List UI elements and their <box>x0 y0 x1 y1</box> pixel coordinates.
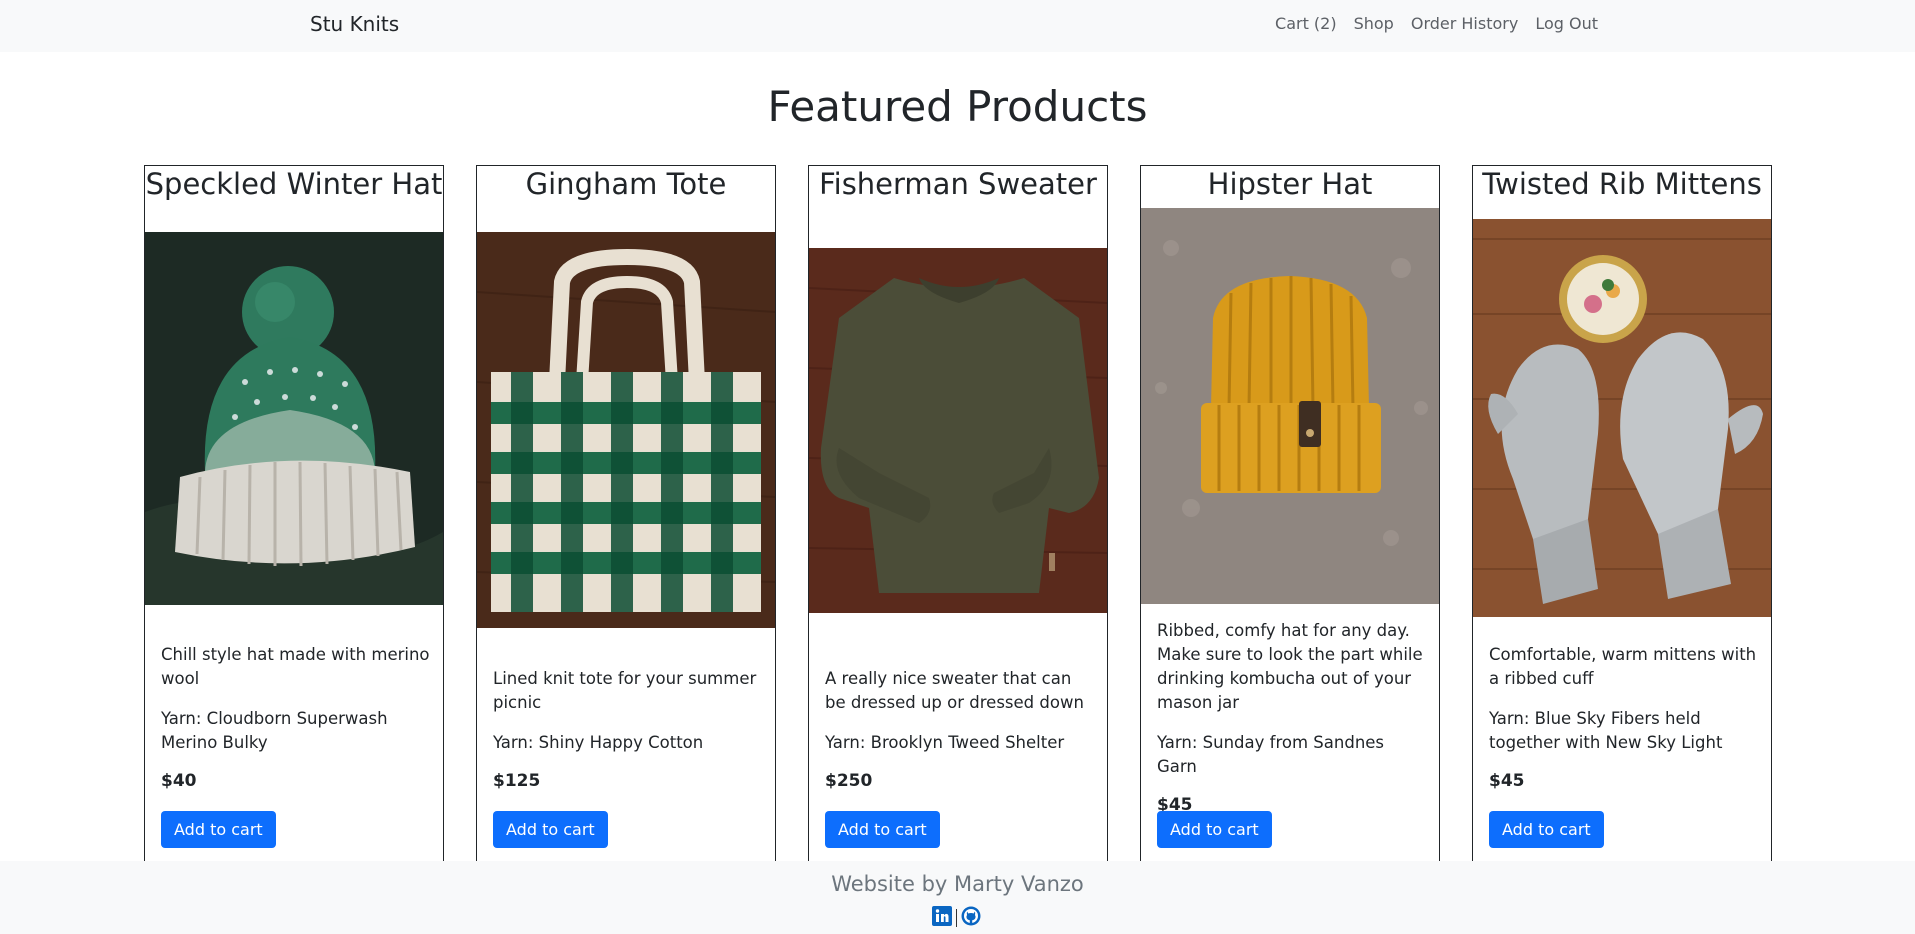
page-title: Featured Products <box>767 82 1148 131</box>
product-title: Fisherman Sweater <box>819 167 1097 201</box>
nav-link-shop[interactable]: Shop <box>1354 14 1394 33</box>
product-yarn: Yarn: Brooklyn Tweed Shelter <box>825 733 1065 752</box>
product-image-twisted-rib-mittens <box>1473 219 1771 617</box>
linkedin-icon[interactable] <box>932 906 952 930</box>
product-description: Comfortable, warm mittens with a ribbed … <box>1489 645 1757 688</box>
icon-separator <box>956 909 957 927</box>
product-card: Hipster Hat Ribbed, comfy hat for any da… <box>1140 165 1440 870</box>
product-image-fisherman-sweater <box>809 248 1107 613</box>
product-body: Lined knit tote for your summer picnic Y… <box>493 667 763 791</box>
product-grid: Speckled Winter Hat Chill style hat made… <box>0 165 1915 870</box>
product-yarn: Yarn: Shiny Happy Cotton <box>493 733 704 752</box>
brand-link[interactable]: Stu Knits <box>310 12 399 36</box>
product-body: Comfortable, warm mittens with a ribbed … <box>1489 643 1759 791</box>
product-title: Gingham Tote <box>525 167 727 201</box>
product-yarn: Yarn: Blue Sky Fibers held together with… <box>1489 709 1723 752</box>
add-to-cart-button[interactable]: Add to cart <box>1489 811 1604 848</box>
product-body: Chill style hat made with merino wool Ya… <box>161 643 431 791</box>
product-title: Hipster Hat <box>1207 167 1373 201</box>
product-description: A really nice sweater that can be dresse… <box>825 669 1084 712</box>
navbar: Stu Knits Cart (2) Shop Order History Lo… <box>0 0 1915 52</box>
product-image-hipster-hat <box>1141 208 1439 604</box>
product-price: $45 <box>1489 771 1525 791</box>
product-card: Fisherman Sweater A really nice sweater … <box>808 165 1108 870</box>
product-card: Gingham Tote Lined knit tote for your su… <box>476 165 776 870</box>
nav-link-log-out[interactable]: Log Out <box>1535 14 1598 33</box>
add-to-cart-button[interactable]: Add to cart <box>825 811 940 848</box>
product-title: Speckled Winter Hat <box>145 167 443 201</box>
footer-icons <box>932 906 981 930</box>
product-image-speckled-winter-hat <box>145 232 443 605</box>
product-description: Lined knit tote for your summer picnic <box>493 669 757 712</box>
add-to-cart-button[interactable]: Add to cart <box>1157 811 1272 848</box>
github-icon[interactable] <box>961 906 981 930</box>
nav-link-order-history[interactable]: Order History <box>1411 14 1518 33</box>
product-price: $250 <box>825 771 873 791</box>
product-price: $40 <box>161 771 197 791</box>
product-price: $125 <box>493 771 541 791</box>
product-title: Twisted Rib Mittens <box>1482 167 1762 201</box>
product-yarn: Yarn: Cloudborn Superwash Merino Bulky <box>161 709 388 752</box>
footer: Website by Marty Vanzo <box>0 861 1915 934</box>
add-to-cart-button[interactable]: Add to cart <box>161 811 276 848</box>
product-card: Twisted Rib Mittens Comfortable, warm mi… <box>1472 165 1772 870</box>
product-image-gingham-tote <box>477 232 775 628</box>
product-body: A really nice sweater that can be dresse… <box>825 667 1095 791</box>
add-to-cart-button[interactable]: Add to cart <box>493 811 608 848</box>
product-yarn: Yarn: Sunday from Sandnes Garn <box>1157 733 1385 776</box>
nav-links: Cart (2) Shop Order History Log Out <box>1275 14 1598 33</box>
product-description: Ribbed, comfy hat for any day. Make sure… <box>1157 621 1423 712</box>
product-description: Chill style hat made with merino wool <box>161 645 430 688</box>
nav-link-cart[interactable]: Cart (2) <box>1275 14 1337 33</box>
footer-credit: Website by Marty Vanzo <box>831 872 1084 896</box>
product-card: Speckled Winter Hat Chill style hat made… <box>144 165 444 870</box>
product-body: Ribbed, comfy hat for any day. Make sure… <box>1157 619 1427 815</box>
